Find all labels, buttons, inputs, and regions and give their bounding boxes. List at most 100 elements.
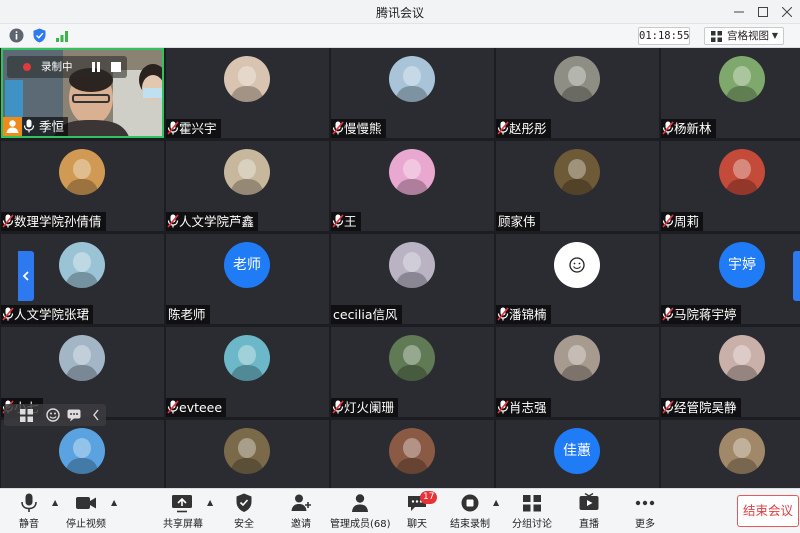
invite-label: 邀请 <box>291 519 311 530</box>
participant-tile[interactable]: 宇婷马院蒋宇婷 <box>661 234 800 324</box>
end-meeting-button[interactable]: 结束会议 <box>737 495 799 527</box>
more-button[interactable]: 更多 <box>630 492 660 532</box>
avatar <box>719 56 765 102</box>
mic-muted-icon <box>662 214 674 228</box>
grid-view-icon[interactable] <box>20 409 33 422</box>
microphone-icon <box>21 493 37 512</box>
live-stream-button[interactable]: 直播 <box>574 492 604 532</box>
mic-muted-icon <box>332 121 344 135</box>
avatar <box>554 56 600 102</box>
avatar <box>224 149 270 195</box>
video-options-icon[interactable]: ▲ <box>111 498 117 507</box>
participant-name: 顾家伟 <box>498 214 536 229</box>
name-tag: 潘锦楠 <box>496 305 551 324</box>
participant-tile[interactable]: 慢慢熊 <box>331 48 494 138</box>
host-badge-icon <box>3 117 22 136</box>
participant-tile[interactable]: 佳蕙 <box>496 420 659 488</box>
manage-members-button[interactable]: 管理成员(68) <box>330 492 391 532</box>
chevron-left-icon <box>22 271 29 281</box>
name-tag: 人文学院张珺 <box>1 305 94 324</box>
participant-name: 潘锦楠 <box>509 307 547 322</box>
pause-icon[interactable] <box>91 62 101 72</box>
avatar <box>719 335 765 381</box>
invite-user-icon <box>291 494 311 511</box>
self-name-tag: 季恒 <box>22 117 68 136</box>
participant-tile[interactable] <box>1 420 164 488</box>
participant-tile[interactable]: 杨新林 <box>661 48 800 138</box>
mic-muted-icon <box>2 214 14 228</box>
mute-button[interactable]: 静音 <box>12 492 46 532</box>
shield-icon[interactable] <box>32 28 47 43</box>
participant-tile[interactable] <box>661 420 800 488</box>
name-tag: 霍兴宇 <box>166 119 221 138</box>
close-icon[interactable] <box>776 2 798 22</box>
emoji-icon[interactable] <box>46 408 60 422</box>
name-tag: 马院蒋宇婷 <box>661 305 741 324</box>
title-bar: 腾讯会议 <box>0 0 800 24</box>
participant-tile[interactable]: 老师 陈老师 <box>166 234 329 324</box>
participant-name: 王 <box>344 214 357 229</box>
participant-tile[interactable]: 灯火阑珊 <box>331 327 494 417</box>
live-stream-label: 直播 <box>579 519 599 530</box>
stop-video-button[interactable]: 停止视频 <box>64 492 108 532</box>
recording-indicator: 录制中 <box>7 56 127 78</box>
record-dot-icon <box>23 63 31 71</box>
mic-muted-icon <box>662 400 674 414</box>
share-screen-button[interactable]: 共享屏幕 <box>163 492 203 532</box>
name-tag: 顾家伟 <box>496 212 540 231</box>
more-label: 更多 <box>635 519 655 530</box>
participant-tile[interactable] <box>331 420 494 488</box>
self-video-tile[interactable]: 录制中 季恒 <box>1 48 164 138</box>
share-options-icon[interactable]: ▲ <box>207 498 213 507</box>
mute-label: 静音 <box>19 519 39 530</box>
participant-tile[interactable]: evteee <box>166 327 329 417</box>
chat-unread-badge: 17 <box>420 491 438 504</box>
security-label: 安全 <box>234 519 254 530</box>
participant-tile[interactable]: 人文学院芦鑫 <box>166 141 329 231</box>
participant-tile[interactable]: 王 <box>331 141 494 231</box>
mic-muted-icon <box>662 307 674 321</box>
participant-tile[interactable]: 数理学院孙倩倩 <box>1 141 164 231</box>
participant-tile[interactable]: 经管院吴静 <box>661 327 800 417</box>
chat-bubble-icon[interactable] <box>67 408 81 422</box>
maximize-icon[interactable] <box>752 2 774 22</box>
name-tag: cecilia信风 <box>331 305 402 324</box>
participant-name: 杨新林 <box>674 121 712 136</box>
members-icon <box>352 494 368 512</box>
record-options-icon[interactable]: ▲ <box>493 498 499 507</box>
participant-tile[interactable] <box>166 420 329 488</box>
audio-options-icon[interactable]: ▲ <box>52 498 58 507</box>
manage-members-label: 管理成员(68) <box>330 519 391 530</box>
minimize-icon[interactable] <box>728 2 750 22</box>
info-icon[interactable] <box>9 28 24 43</box>
avatar-text: 宇婷 <box>719 242 765 288</box>
next-page-button[interactable] <box>793 251 800 301</box>
floating-control-bar <box>4 404 106 426</box>
invite-button[interactable]: 邀请 <box>285 492 317 532</box>
participant-tile[interactable]: cecilia信风 <box>331 234 494 324</box>
collapse-chevron-icon[interactable] <box>92 409 100 421</box>
stop-video-label: 停止视频 <box>66 519 106 530</box>
stop-icon[interactable] <box>111 62 121 72</box>
participant-name: 人文学院芦鑫 <box>179 214 255 229</box>
participant-tile[interactable]: 肖志强 <box>496 327 659 417</box>
avatar <box>554 335 600 381</box>
view-mode-button[interactable]: 宫格视图 ▼ <box>704 27 784 45</box>
name-tag: 陈老师 <box>166 305 210 324</box>
prev-page-button[interactable] <box>18 251 34 301</box>
participant-tile[interactable]: 周莉 <box>661 141 800 231</box>
security-button[interactable]: 安全 <box>228 492 260 532</box>
participant-tile[interactable]: 潘锦楠 <box>496 234 659 324</box>
participant-name: 赵彤彤 <box>509 121 547 136</box>
avatar-text: 佳蕙 <box>554 428 600 474</box>
breakout-rooms-button[interactable]: 分组讨论 <box>512 492 552 532</box>
avatar <box>554 149 600 195</box>
chat-button[interactable]: 聊天 17 <box>401 491 438 532</box>
chat-label: 聊天 <box>407 519 427 530</box>
participant-name: 灯火阑珊 <box>344 400 395 415</box>
participant-tile[interactable]: 霍兴宇 <box>166 48 329 138</box>
participant-tile[interactable]: 赵彤彤 <box>496 48 659 138</box>
end-recording-button[interactable]: 结束录制 <box>449 492 491 532</box>
end-recording-label: 结束录制 <box>450 519 490 530</box>
participant-tile[interactable]: 顾家伟 <box>496 141 659 231</box>
